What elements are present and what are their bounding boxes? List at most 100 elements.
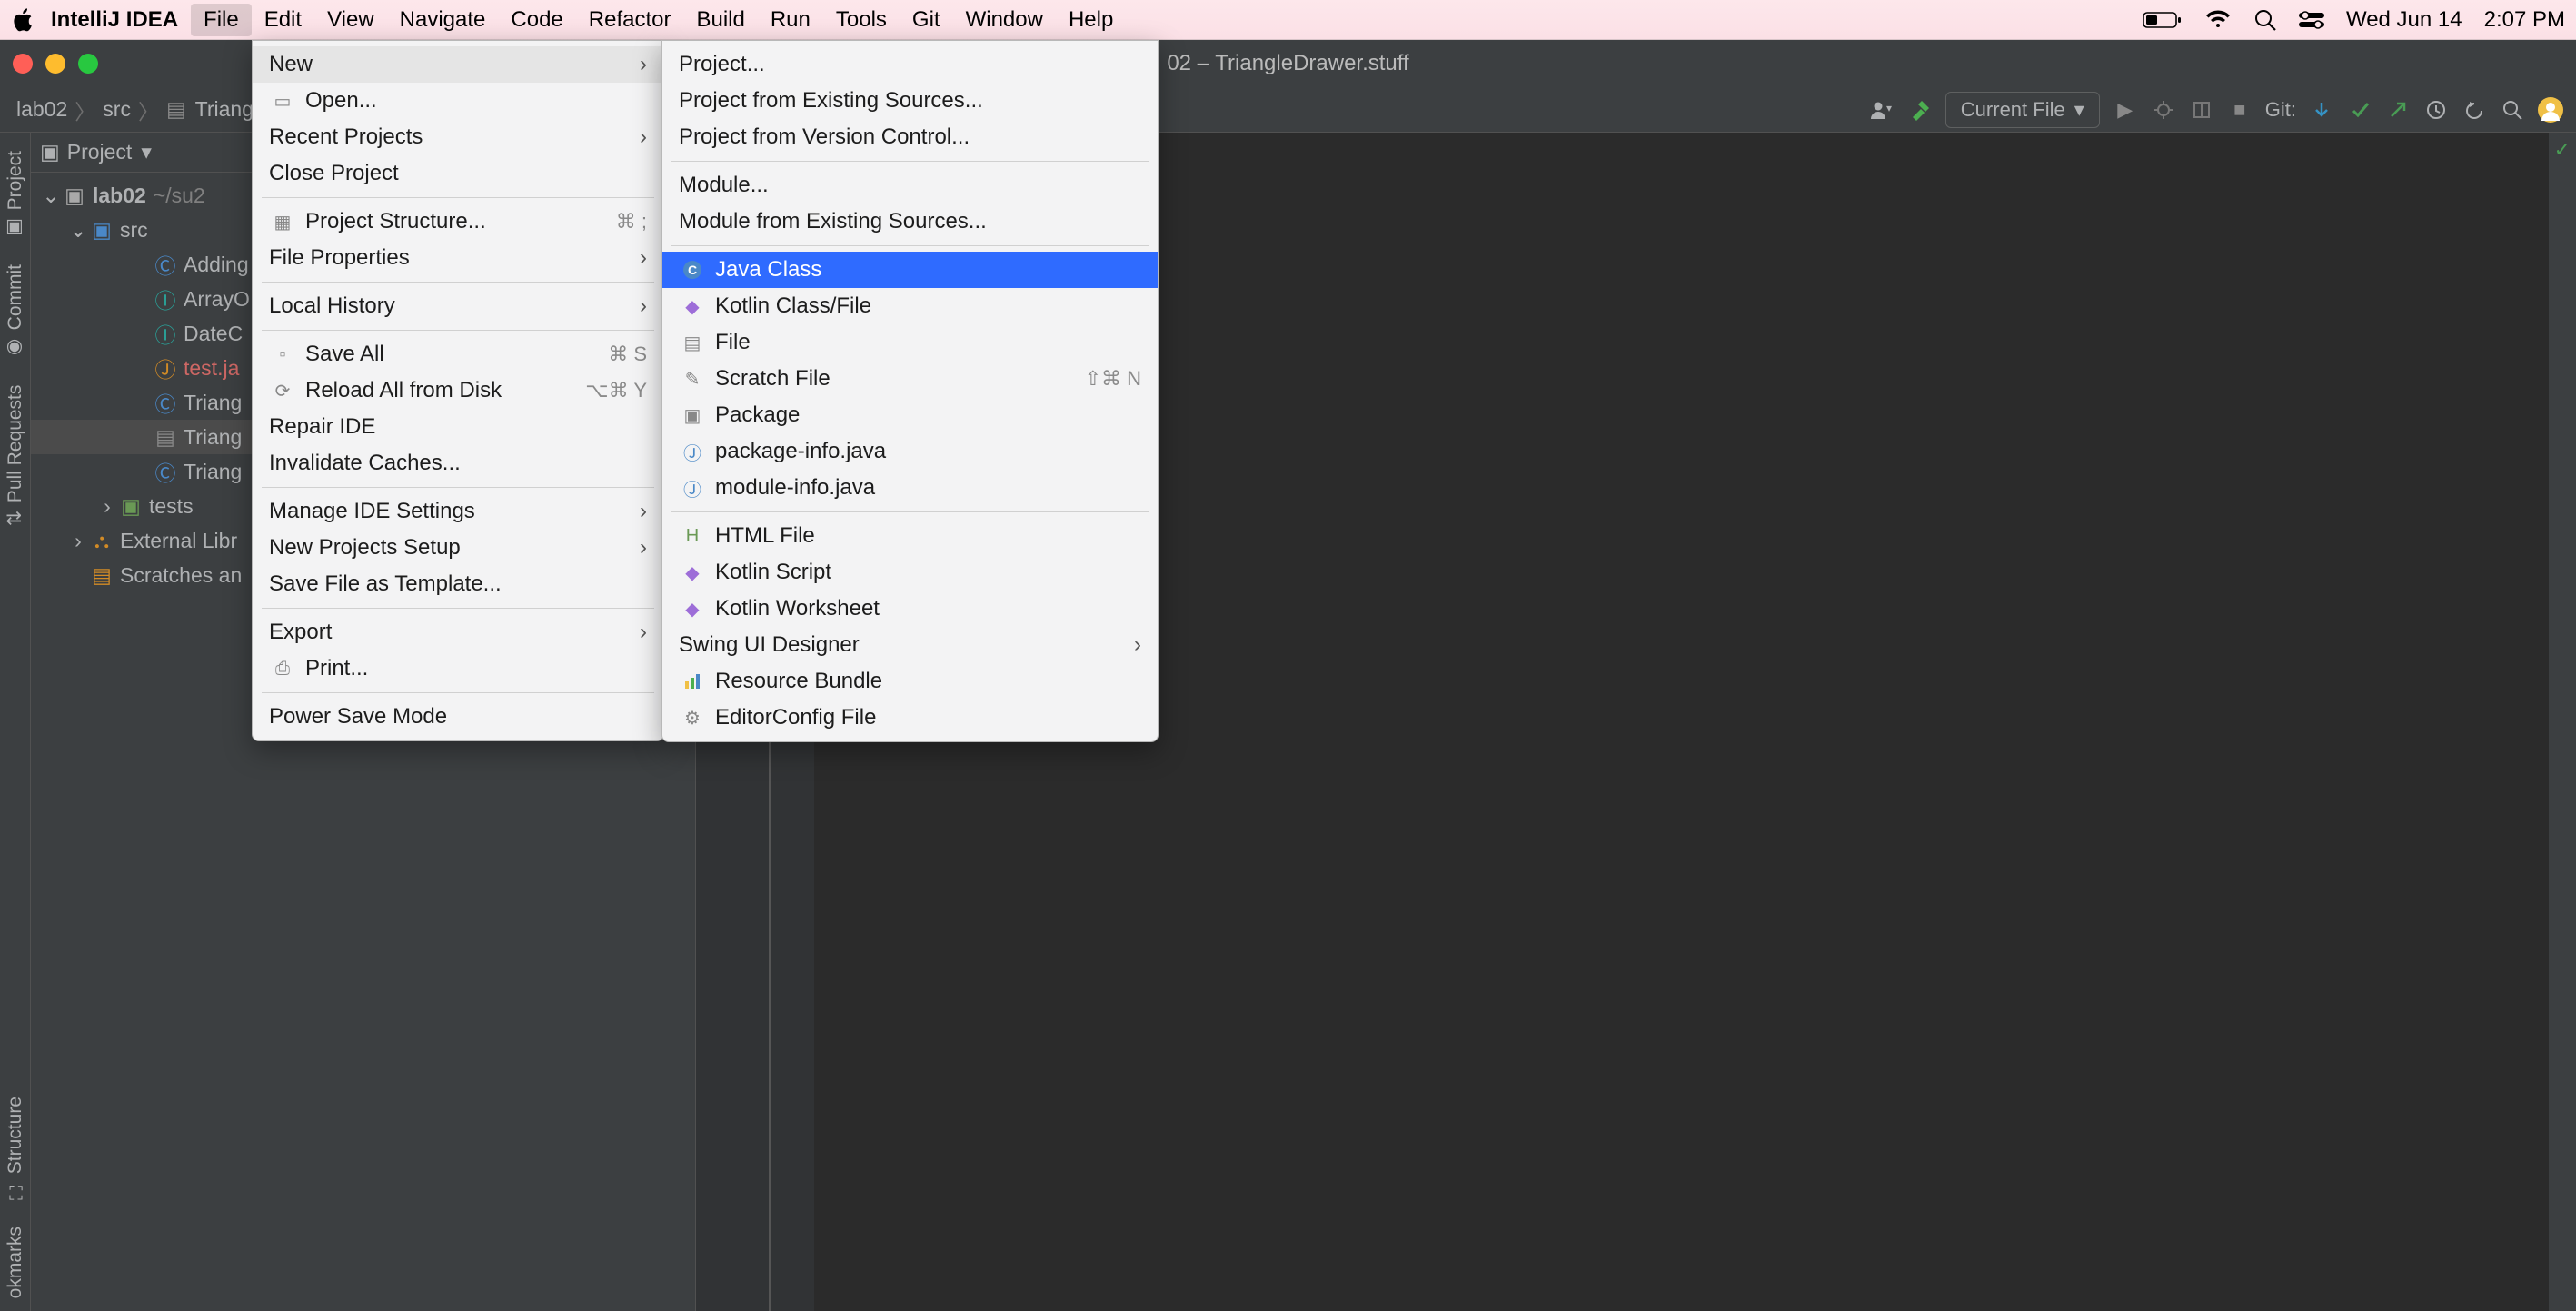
menubar-time[interactable]: 2:07 PM — [2484, 7, 2565, 33]
breadcrumb-label: Triang — [195, 97, 254, 121]
submenu-item-project[interactable]: Project... — [662, 46, 1158, 83]
menu-separator — [262, 282, 654, 283]
avatar-icon[interactable] — [2538, 97, 2563, 123]
search-everywhere-icon[interactable] — [2500, 97, 2525, 123]
menu-refactor[interactable]: Refactor — [576, 4, 684, 36]
tree-label: Triang — [184, 460, 242, 484]
submenu-item-kotlin-class[interactable]: ◆ Kotlin Class/File — [662, 288, 1158, 324]
submenu-item-file[interactable]: ▤ File — [662, 324, 1158, 361]
expand-arrow-icon[interactable]: ⌄ — [40, 184, 62, 208]
rollback-icon[interactable] — [2462, 97, 2487, 123]
gutter-tab-project[interactable]: ▣ Project — [1, 138, 30, 252]
users-icon[interactable]: ▾ — [1869, 97, 1895, 123]
text-file-icon: ▤ — [153, 424, 178, 450]
menu-item-close-project[interactable]: Close Project — [253, 155, 663, 192]
breadcrumb-item[interactable]: ▤ Triang — [163, 97, 257, 122]
submenu-item-swing[interactable]: Swing UI Designer › — [662, 627, 1158, 663]
git-commit-icon[interactable] — [2347, 97, 2372, 123]
menu-item-file-properties[interactable]: File Properties › — [253, 240, 663, 276]
menu-item-repair-ide[interactable]: Repair IDE — [253, 409, 663, 445]
hammer-build-icon[interactable] — [1907, 97, 1933, 123]
menu-item-open[interactable]: ▭ Open... — [253, 83, 663, 119]
zoom-window-button[interactable] — [78, 54, 98, 74]
submenu-item-module-info[interactable]: Ⓙ module-info.java — [662, 470, 1158, 506]
menu-item-export[interactable]: Export › — [253, 614, 663, 651]
menu-item-invalidate-caches[interactable]: Invalidate Caches... — [253, 445, 663, 482]
menu-file[interactable]: File — [191, 4, 252, 36]
breadcrumb-item[interactable]: lab02 — [13, 97, 71, 122]
menu-label: Local History — [269, 293, 395, 319]
menu-item-project-structure[interactable]: ▦ Project Structure... ⌘ ; — [253, 204, 663, 240]
submenu-item-resource-bundle[interactable]: Resource Bundle — [662, 663, 1158, 700]
menu-git[interactable]: Git — [900, 4, 953, 36]
editor-status-check-icon[interactable]: ✓ — [2554, 138, 2571, 162]
submenu-item-java-class[interactable]: C Java Class — [662, 252, 1158, 288]
run-config-combo[interactable]: Current File ▾ — [1945, 92, 2100, 128]
menu-code[interactable]: Code — [498, 4, 575, 36]
menu-item-reload[interactable]: ⟳ Reload All from Disk ⌥⌘ Y — [253, 372, 663, 409]
close-window-button[interactable] — [13, 54, 33, 74]
menubar-date[interactable]: Wed Jun 14 — [2346, 7, 2462, 33]
menu-build[interactable]: Build — [683, 4, 757, 36]
wifi-icon[interactable] — [2204, 10, 2232, 30]
editor-error-stripe[interactable]: ✓ — [2549, 133, 2576, 1311]
coverage-icon[interactable] — [2189, 97, 2214, 123]
gutter-tab-commit[interactable]: ◉ Commit — [1, 252, 30, 372]
debug-icon[interactable] — [2151, 97, 2176, 123]
menu-item-recent[interactable]: Recent Projects › — [253, 119, 663, 155]
chevron-right-icon: › — [640, 245, 647, 271]
expand-arrow-icon[interactable]: › — [67, 529, 89, 553]
submenu-item-project-existing[interactable]: Project from Existing Sources... — [662, 83, 1158, 119]
submenu-item-html[interactable]: H HTML File — [662, 518, 1158, 554]
submenu-item-editorconfig[interactable]: ⚙ EditorConfig File — [662, 700, 1158, 736]
menu-item-new[interactable]: New › — [253, 46, 663, 83]
menu-item-local-history[interactable]: Local History › — [253, 288, 663, 324]
history-icon[interactable] — [2423, 97, 2449, 123]
menu-item-new-projects-setup[interactable]: New Projects Setup › — [253, 530, 663, 566]
git-push-icon[interactable] — [2385, 97, 2411, 123]
menu-item-save-all[interactable]: ▫ Save All ⌘ S — [253, 336, 663, 372]
window-title: 02 – TriangleDrawer.stuff — [1167, 51, 1408, 76]
submenu-item-package-info[interactable]: Ⓙ package-info.java — [662, 433, 1158, 470]
submenu-item-kotlin-worksheet[interactable]: ◆ Kotlin Worksheet — [662, 591, 1158, 627]
menu-tools[interactable]: Tools — [823, 4, 900, 36]
menu-window[interactable]: Window — [953, 4, 1056, 36]
menu-label: Kotlin Class/File — [715, 293, 871, 319]
apple-logo-icon[interactable] — [11, 7, 35, 33]
breadcrumb-item[interactable]: src — [99, 97, 134, 122]
menu-navigate[interactable]: Navigate — [387, 4, 499, 36]
menu-item-manage-ide-settings[interactable]: Manage IDE Settings › — [253, 493, 663, 530]
submenu-item-package[interactable]: ▣ Package — [662, 397, 1158, 433]
menu-label: Power Save Mode — [269, 704, 447, 730]
gutter-tab-bookmarks[interactable]: okmarks — [1, 1214, 30, 1311]
chevron-right-icon: › — [640, 52, 647, 77]
menu-view[interactable]: View — [314, 4, 387, 36]
gutter-tab-pull-requests[interactable]: ⇅ Pull Requests — [1, 372, 30, 539]
menu-help[interactable]: Help — [1056, 4, 1126, 36]
submenu-item-kotlin-script[interactable]: ◆ Kotlin Script — [662, 554, 1158, 591]
run-config-label: Current File — [1961, 98, 2065, 122]
menu-item-save-as-template[interactable]: Save File as Template... — [253, 566, 663, 602]
gutter-tab-structure[interactable]: ⛶ Structure — [1, 1084, 30, 1213]
minimize-window-button[interactable] — [45, 54, 65, 74]
menu-item-power-save[interactable]: Power Save Mode — [253, 699, 663, 735]
java-icon: Ⓙ — [679, 474, 706, 502]
spotlight-icon[interactable] — [2253, 8, 2277, 32]
menu-item-print[interactable]: ⎙ Print... — [253, 651, 663, 687]
submenu-item-project-vcs[interactable]: Project from Version Control... — [662, 119, 1158, 155]
file-menu-dropdown: New › ▭ Open... Recent Projects › Close … — [252, 40, 664, 741]
expand-arrow-icon[interactable]: › — [96, 494, 118, 519]
submenu-item-module-existing[interactable]: Module from Existing Sources... — [662, 204, 1158, 240]
run-icon[interactable]: ▶ — [2113, 97, 2138, 123]
submenu-item-scratch[interactable]: ✎ Scratch File ⇧⌘ N — [662, 361, 1158, 397]
stop-icon[interactable]: ■ — [2227, 97, 2253, 123]
expand-arrow-icon[interactable]: ⌄ — [67, 218, 89, 243]
breadcrumb[interactable]: lab02 〉 src 〉 ▤ Triang — [13, 94, 257, 125]
battery-icon[interactable] — [2143, 10, 2183, 30]
git-pull-icon[interactable] — [2309, 97, 2334, 123]
menu-run[interactable]: Run — [758, 4, 823, 36]
control-center-icon[interactable] — [2299, 11, 2324, 29]
submenu-item-module[interactable]: Module... — [662, 167, 1158, 204]
menu-edit[interactable]: Edit — [252, 4, 314, 36]
file-icon: ▤ — [679, 329, 706, 356]
